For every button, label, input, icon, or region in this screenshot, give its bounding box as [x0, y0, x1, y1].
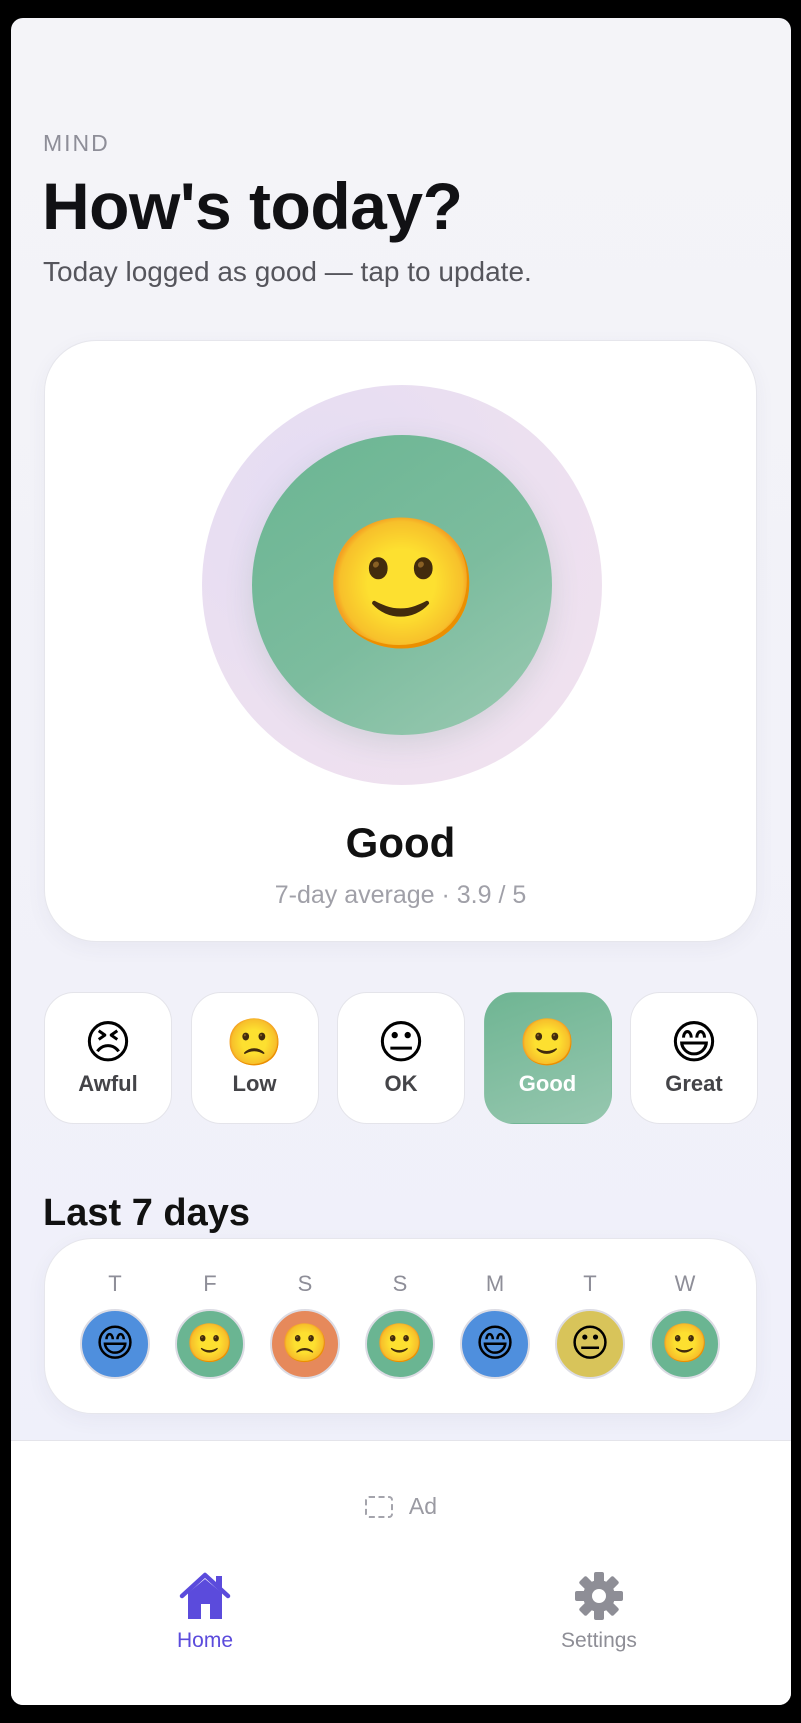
gear-icon: [575, 1572, 623, 1620]
weekly-average: 7-day average · 3.9 / 5: [274, 881, 527, 909]
frowning-face-icon: 🙁: [270, 1309, 340, 1379]
frowning-face-icon: 🙁: [225, 1016, 284, 1068]
day-label: W: [674, 1271, 696, 1296]
mood-picker: 😣 Awful 🙁 Low 😐 OK 🙂 Good 😄 Great: [44, 992, 758, 1124]
mood-option-good[interactable]: 🙂 Good: [483, 992, 612, 1124]
mood-option-label: Great: [665, 1071, 723, 1096]
slightly-smiling-face-icon: 🙂: [365, 1309, 435, 1379]
app-screen: MIND How's today? Today logged as good —…: [11, 18, 791, 1705]
grinning-face-icon: 😄: [460, 1309, 530, 1379]
ad-banner[interactable]: Ad: [11, 1493, 791, 1520]
home-icon: [179, 1572, 231, 1619]
day-label: S: [392, 1271, 408, 1296]
grinning-face-icon: 😄: [80, 1309, 150, 1379]
mood-option-ok[interactable]: 😐 OK: [337, 992, 465, 1124]
day-label: T: [108, 1271, 122, 1296]
mood-option-label: Good: [518, 1071, 577, 1096]
tab-settings[interactable]: Settings: [519, 1571, 679, 1653]
mood-core-circle: 🙂: [252, 435, 552, 735]
history-day[interactable]: S 🙂: [364, 1239, 436, 1379]
tab-home[interactable]: Home: [125, 1571, 285, 1653]
slightly-smiling-face-icon: 🙂: [322, 513, 482, 656]
grinning-face-icon: 😄: [670, 1016, 718, 1068]
neutral-face-icon: 😐: [377, 1016, 425, 1068]
bottom-bar: Ad Home Settings: [11, 1440, 791, 1705]
history-day[interactable]: W 🙂: [649, 1239, 721, 1379]
week-history-card: T 😄 F 🙂 S 🙁 S 🙂 M 😄 T 😐 W 🙂: [44, 1238, 757, 1414]
tab-home-label: Home: [176, 1629, 234, 1652]
history-day[interactable]: F 🙂: [174, 1239, 246, 1379]
day-label: F: [203, 1271, 217, 1296]
history-title: Last 7 days: [43, 1192, 250, 1234]
history-day[interactable]: M 😄: [459, 1239, 531, 1379]
today-mood-label: Good: [345, 819, 456, 866]
day-label: S: [297, 1271, 313, 1296]
day-label: M: [485, 1271, 505, 1296]
slightly-smiling-face-icon: 🙂: [175, 1309, 245, 1379]
mood-option-great[interactable]: 😄 Great: [630, 992, 758, 1124]
slightly-smiling-face-icon: 🙂: [518, 1016, 577, 1068]
page-title: How's today?: [42, 169, 463, 243]
tab-settings-label: Settings: [561, 1629, 637, 1652]
history-day[interactable]: T 😄: [79, 1239, 151, 1379]
neutral-face-icon: 😐: [555, 1309, 625, 1379]
mood-option-awful[interactable]: 😣 Awful: [44, 992, 172, 1124]
mood-option-label: OK: [384, 1071, 418, 1096]
section-eyebrow: MIND: [43, 130, 110, 156]
today-mood-card[interactable]: 🙂 Good 7-day average · 3.9 / 5: [44, 340, 757, 942]
ad-placeholder-icon: [364, 1495, 393, 1518]
history-day[interactable]: S 🙁: [269, 1239, 341, 1379]
mood-option-low[interactable]: 🙁 Low: [190, 992, 319, 1124]
mood-option-label: Low: [232, 1071, 277, 1096]
slightly-smiling-face-icon: 🙂: [650, 1309, 720, 1379]
mood-option-label: Awful: [78, 1071, 138, 1096]
ad-label: Ad: [408, 1493, 438, 1519]
persevering-face-icon: 😣: [84, 1016, 132, 1068]
day-label: T: [583, 1271, 597, 1296]
history-day[interactable]: T 😐: [554, 1239, 626, 1379]
page-subtitle: Today logged as good — tap to update.: [43, 256, 532, 287]
